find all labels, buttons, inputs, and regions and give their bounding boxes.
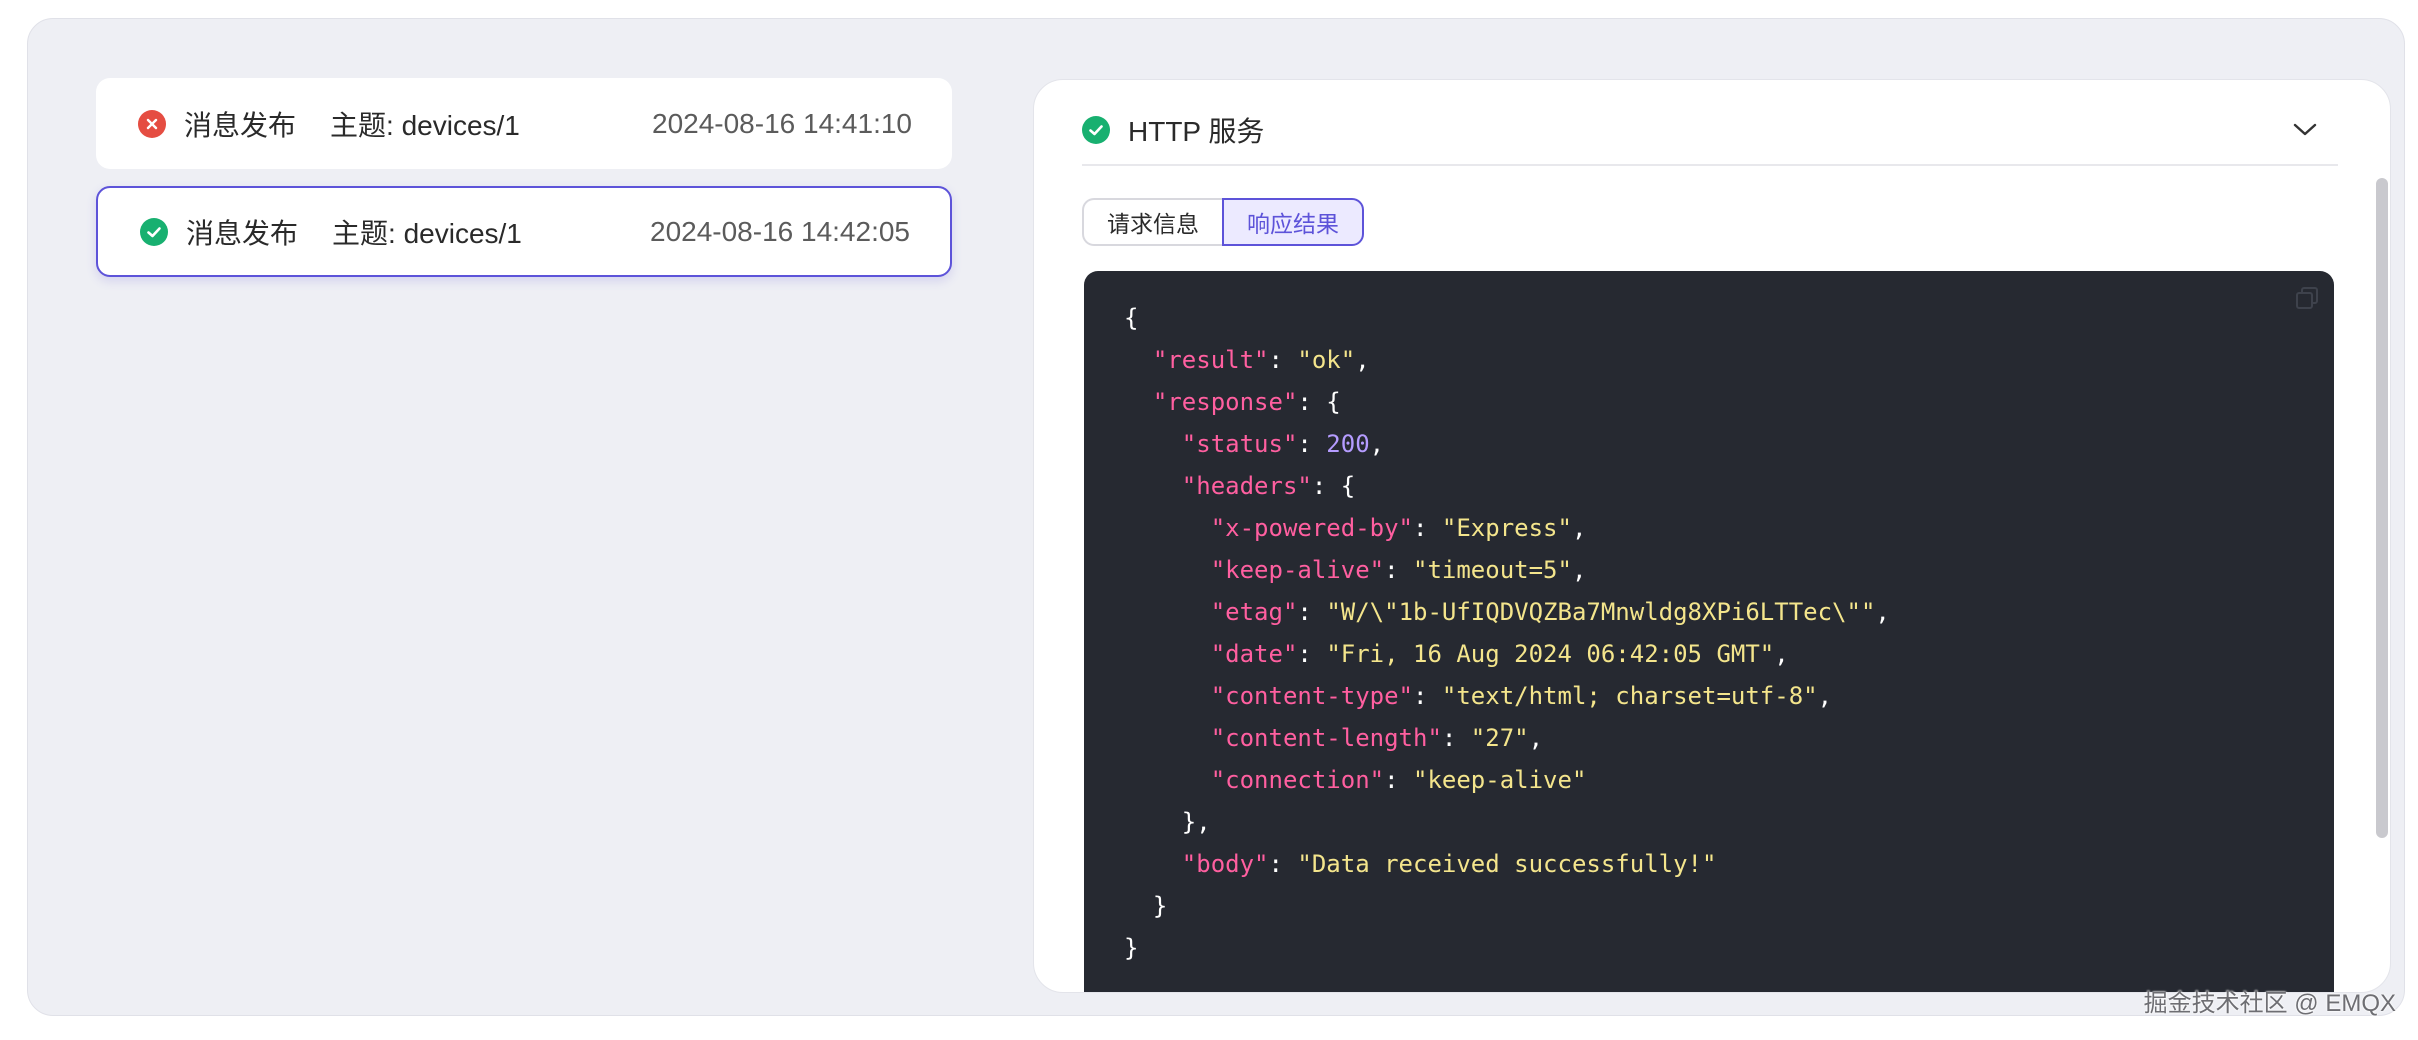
tab-group: 请求信息 响应结果 bbox=[1082, 198, 1364, 246]
message-topic: 主题: devices/1 bbox=[330, 109, 520, 141]
watermark: 掘金技术社区 @ EMQX bbox=[2143, 990, 2396, 1017]
copy-icon[interactable] bbox=[2294, 285, 2320, 316]
success-icon bbox=[140, 217, 168, 246]
panel-title: HTTP 服务 bbox=[1128, 116, 1265, 147]
message-topic: 主题: devices/1 bbox=[332, 217, 522, 249]
success-icon bbox=[1082, 116, 1110, 144]
json-response: { "result": "ok", "response": { "status"… bbox=[1124, 304, 1890, 962]
tab-request-info[interactable]: 请求信息 bbox=[1082, 198, 1222, 246]
message-action: 消息发布 bbox=[184, 109, 297, 141]
error-icon bbox=[138, 109, 166, 138]
divider bbox=[1082, 164, 2338, 166]
panel-header[interactable]: HTTP 服务 bbox=[1082, 100, 2338, 160]
message-time: 2024-08-16 14:42:05 bbox=[650, 215, 910, 247]
tab-response-result[interactable]: 响应结果 bbox=[1222, 198, 1364, 246]
message-item[interactable]: 消息发布 主题: devices/1 2024-08-16 14:41:10 bbox=[96, 78, 952, 169]
message-time: 2024-08-16 14:41:10 bbox=[652, 107, 912, 139]
scrollbar[interactable] bbox=[2376, 178, 2388, 838]
detail-panel: HTTP 服务 请求信息 响应结果 { "result": "ok", "res… bbox=[1033, 79, 2391, 993]
message-action: 消息发布 bbox=[186, 217, 299, 249]
main-container: 消息发布 主题: devices/1 2024-08-16 14:41:10 消… bbox=[27, 18, 2405, 1016]
message-item-selected[interactable]: 消息发布 主题: devices/1 2024-08-16 14:42:05 bbox=[96, 186, 952, 277]
chevron-down-icon[interactable] bbox=[2292, 122, 2318, 138]
code-block: { "result": "ok", "response": { "status"… bbox=[1084, 271, 2334, 992]
